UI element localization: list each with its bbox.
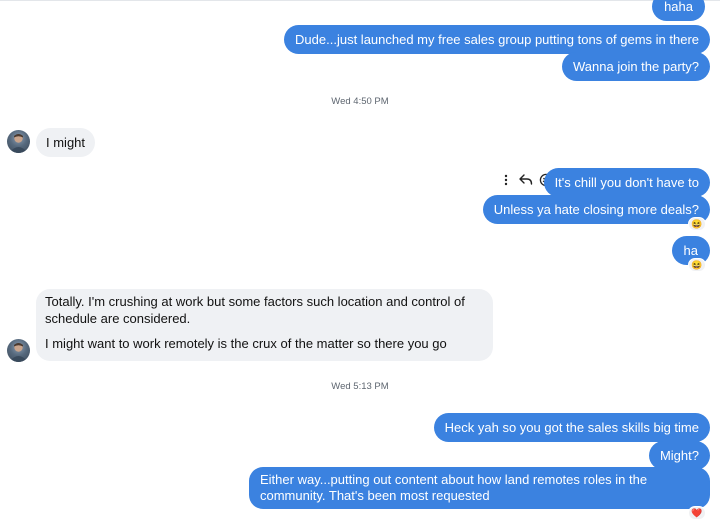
message-bubble-outgoing[interactable]: It's chill you don't have to	[543, 168, 710, 197]
message-bubble-outgoing[interactable]: Wanna join the party?	[562, 52, 710, 81]
message-bubble-outgoing[interactable]: Dude...just launched my free sales group…	[284, 25, 710, 54]
more-options-icon[interactable]	[498, 172, 514, 188]
avatar-image	[9, 134, 28, 153]
message-bubble-outgoing[interactable]: Might?	[648, 441, 710, 470]
message-text: ha	[683, 243, 698, 258]
message-bubble-outgoing[interactable]: Unless ya hate closing more deals?	[482, 195, 710, 224]
reaction-badge[interactable]: 😆	[688, 217, 706, 231]
timestamp: Wed 5:13 PM	[331, 381, 389, 392]
message-text: Dude...just launched my free sales group…	[295, 32, 699, 47]
message-text: I might want to work remotely is the cru…	[45, 336, 447, 351]
conversation-thread: haha Dude...just launched my free sales …	[0, 0, 720, 532]
message-bubble-outgoing[interactable]: haha	[652, 0, 705, 21]
message-text: Either way...putting out content about h…	[260, 472, 648, 503]
message-bubble-outgoing[interactable]: Either way...putting out content about h…	[249, 467, 710, 509]
message-text: Totally. I'm crushing at work but some f…	[45, 294, 465, 326]
avatar-image	[9, 343, 28, 362]
message-text: Unless ya hate closing more deals?	[493, 202, 699, 217]
message-bubble-incoming[interactable]: I might	[36, 128, 96, 157]
reply-icon[interactable]	[518, 172, 534, 188]
message-text: I might	[46, 135, 86, 150]
reaction-badge[interactable]: ❤️	[688, 506, 706, 520]
message-text: Wanna join the party?	[573, 59, 699, 74]
header-divider	[0, 0, 720, 1]
message-text: haha	[664, 0, 693, 14]
timestamp: Wed 4:50 PM	[331, 96, 389, 107]
message-text: Heck yah so you got the sales skills big…	[444, 420, 699, 435]
message-text: Might?	[659, 448, 699, 463]
message-bubble-incoming[interactable]: Totally. I'm crushing at work but some f…	[36, 289, 493, 361]
avatar[interactable]	[7, 339, 30, 362]
message-bubble-outgoing[interactable]: Heck yah so you got the sales skills big…	[433, 413, 710, 442]
reaction-badge[interactable]: 😆	[688, 258, 706, 272]
message-text: It's chill you don't have to	[554, 175, 699, 190]
avatar[interactable]	[7, 130, 30, 153]
